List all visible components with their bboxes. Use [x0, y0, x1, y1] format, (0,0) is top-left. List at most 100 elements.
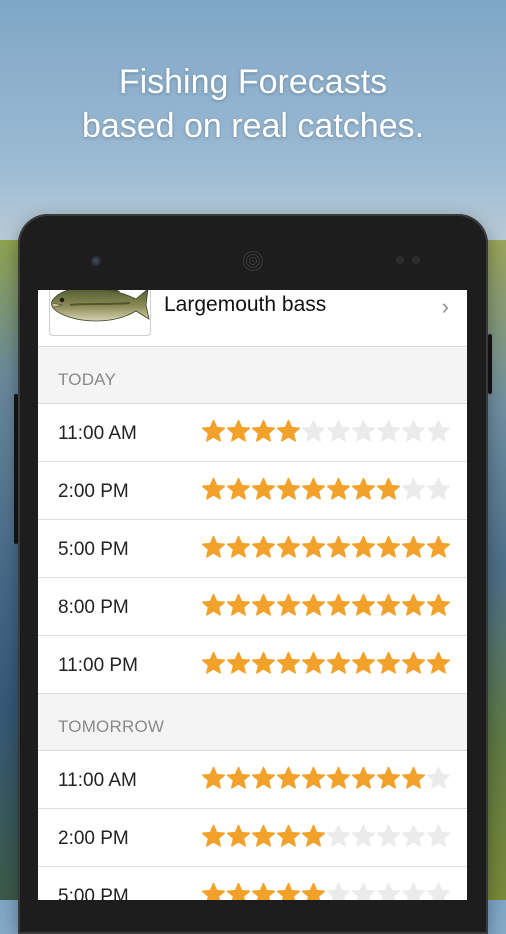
- star-filled-icon: [251, 766, 276, 789]
- forecast-time: 11:00 AM: [58, 423, 137, 444]
- forecast-list: TODAY 11:00 AM 2:00 PM 5:00 PM 8:00 PM 11:00 …: [38, 347, 467, 900]
- star-filled-icon: [251, 419, 276, 442]
- star-filled-icon: [351, 593, 376, 616]
- star-filled-icon: [201, 824, 226, 847]
- star-filled-icon: [201, 535, 226, 558]
- star-filled-icon: [376, 593, 401, 616]
- star-filled-icon: [301, 882, 326, 900]
- star-filled-icon: [301, 651, 326, 674]
- forecast-row[interactable]: 2:00 PM: [38, 809, 467, 867]
- headline-line-2: based on real catches.: [81, 107, 425, 145]
- star-filled-icon: [376, 535, 401, 558]
- star-empty-icon: [376, 824, 401, 847]
- section-label: TOMORROW: [58, 717, 165, 736]
- star-filled-icon: [276, 593, 301, 616]
- star-empty-icon: [401, 824, 426, 847]
- forecast-row[interactable]: 11:00 PM: [38, 636, 467, 694]
- star-empty-icon: [426, 766, 451, 789]
- star-rating: [201, 535, 451, 561]
- chevron-right-icon: ›: [441, 294, 449, 319]
- star-filled-icon: [201, 651, 226, 674]
- speaker-grill-icon: [242, 250, 264, 272]
- star-filled-icon: [276, 651, 301, 674]
- star-filled-icon: [301, 535, 326, 558]
- star-empty-icon: [426, 477, 451, 500]
- forecast-row[interactable]: 11:00 AM: [38, 404, 467, 462]
- star-filled-icon: [276, 824, 301, 847]
- star-filled-icon: [351, 766, 376, 789]
- star-filled-icon: [326, 651, 351, 674]
- star-rating: [201, 419, 451, 445]
- star-filled-icon: [276, 477, 301, 500]
- star-filled-icon: [401, 766, 426, 789]
- star-filled-icon: [226, 535, 251, 558]
- star-filled-icon: [351, 651, 376, 674]
- star-empty-icon: [326, 824, 351, 847]
- star-empty-icon: [351, 419, 376, 442]
- star-empty-icon: [301, 419, 326, 442]
- forecast-time: 2:00 PM: [58, 828, 129, 849]
- star-filled-icon: [226, 477, 251, 500]
- species-row[interactable]: Largemouth bass ›: [38, 290, 467, 347]
- star-rating: [201, 766, 451, 792]
- section-header: TODAY: [38, 347, 467, 404]
- star-filled-icon: [276, 535, 301, 558]
- star-empty-icon: [426, 882, 451, 900]
- forecast-time: 5:00 PM: [58, 886, 129, 900]
- star-rating: [201, 824, 451, 850]
- star-filled-icon: [426, 651, 451, 674]
- star-filled-icon: [276, 419, 301, 442]
- forecast-row[interactable]: 2:00 PM: [38, 462, 467, 520]
- star-empty-icon: [401, 882, 426, 900]
- star-filled-icon: [201, 593, 226, 616]
- star-filled-icon: [226, 882, 251, 900]
- star-filled-icon: [226, 766, 251, 789]
- star-filled-icon: [401, 651, 426, 674]
- forecast-time: 8:00 PM: [58, 597, 129, 618]
- forecast-row[interactable]: 5:00 PM: [38, 520, 467, 578]
- star-filled-icon: [426, 535, 451, 558]
- forecast-row[interactable]: 5:00 PM: [38, 867, 467, 900]
- forecast-time: 2:00 PM: [58, 481, 129, 502]
- star-filled-icon: [251, 651, 276, 674]
- forecast-row[interactable]: 11:00 AM: [38, 751, 467, 809]
- power-button: [488, 334, 492, 394]
- star-filled-icon: [401, 593, 426, 616]
- star-filled-icon: [226, 593, 251, 616]
- section-header: TOMORROW: [38, 694, 467, 751]
- star-filled-icon: [251, 593, 276, 616]
- star-filled-icon: [201, 766, 226, 789]
- star-filled-icon: [376, 477, 401, 500]
- star-filled-icon: [276, 766, 301, 789]
- largemouth-bass-icon: [51, 290, 150, 322]
- star-filled-icon: [201, 419, 226, 442]
- star-filled-icon: [251, 477, 276, 500]
- star-filled-icon: [376, 766, 401, 789]
- star-empty-icon: [326, 419, 351, 442]
- star-filled-icon: [376, 651, 401, 674]
- star-filled-icon: [251, 535, 276, 558]
- star-empty-icon: [426, 419, 451, 442]
- sensor-dot-icon: [412, 256, 420, 264]
- star-empty-icon: [351, 824, 376, 847]
- star-filled-icon: [426, 593, 451, 616]
- star-filled-icon: [301, 824, 326, 847]
- star-filled-icon: [326, 477, 351, 500]
- star-filled-icon: [251, 882, 276, 900]
- star-rating: [201, 651, 451, 677]
- star-filled-icon: [326, 535, 351, 558]
- star-empty-icon: [426, 824, 451, 847]
- star-rating: [201, 882, 451, 900]
- star-empty-icon: [326, 882, 351, 900]
- star-empty-icon: [376, 882, 401, 900]
- volume-button: [14, 394, 18, 544]
- forecast-time: 11:00 AM: [58, 770, 137, 791]
- star-rating: [201, 477, 451, 503]
- forecast-row[interactable]: 8:00 PM: [38, 578, 467, 636]
- front-camera-icon: [91, 256, 103, 268]
- star-filled-icon: [226, 419, 251, 442]
- headline: Fishing Forecasts based on real catches.: [0, 60, 506, 148]
- star-filled-icon: [301, 766, 326, 789]
- forecast-time: 5:00 PM: [58, 539, 129, 560]
- forecast-time: 11:00 PM: [58, 655, 138, 676]
